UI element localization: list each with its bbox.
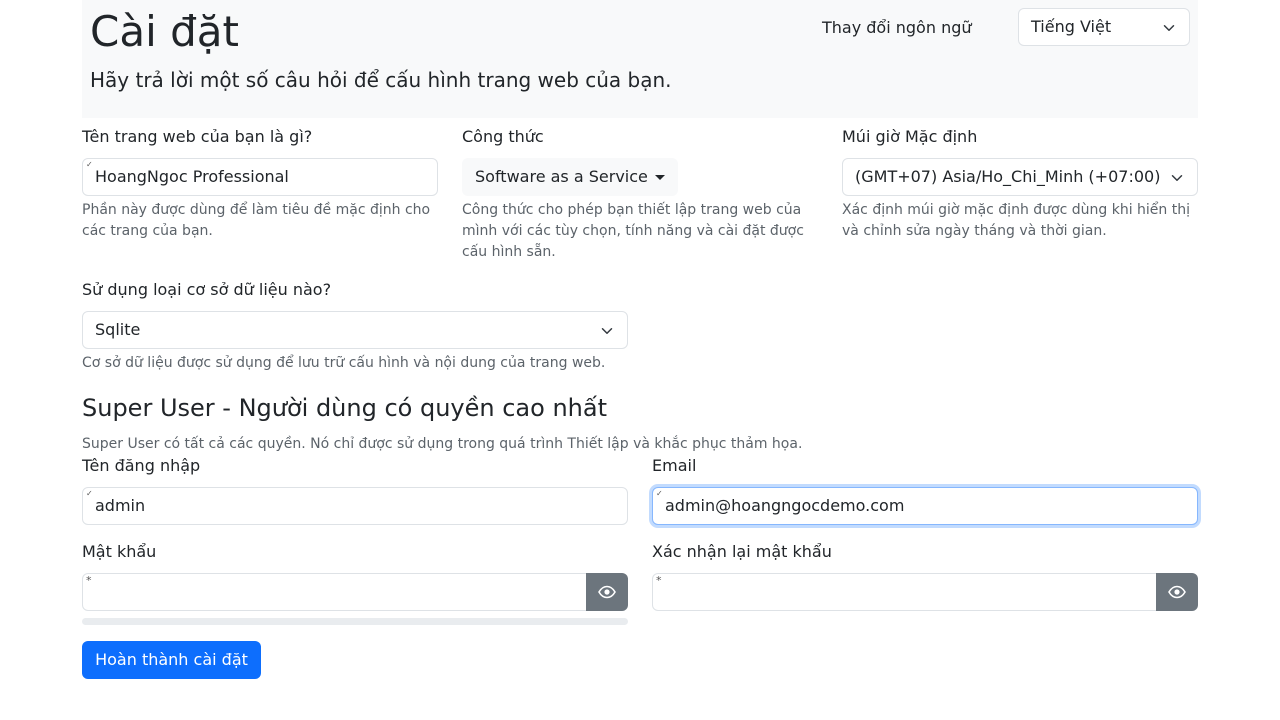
database-help: Cơ sở dữ liệu được sử dụng để lưu trữ cấ… xyxy=(82,355,606,371)
database-select[interactable]: Sqlite xyxy=(82,311,628,349)
language-label: Thay đổi ngôn ngữ xyxy=(822,18,972,37)
password-strength-bar xyxy=(82,618,628,625)
site-name-label: Tên trang web của bạn là gì? xyxy=(82,127,313,146)
show-password-button[interactable] xyxy=(586,573,628,611)
chevron-down-icon xyxy=(601,328,613,334)
username-label: Tên đăng nhập xyxy=(82,456,201,475)
page-subtitle: Hãy trả lời một số câu hỏi để cấu hình t… xyxy=(90,68,672,92)
site-name-value: HoangNgoc Professional xyxy=(95,167,289,186)
show-confirm-password-button[interactable] xyxy=(1156,573,1198,611)
timezone-label: Múi giờ Mặc định xyxy=(842,127,978,146)
autofill-icon: * xyxy=(86,574,92,587)
caret-down-icon xyxy=(655,175,665,180)
database-value: Sqlite xyxy=(95,320,141,339)
language-select[interactable]: Tiếng Việt xyxy=(1018,8,1190,46)
site-name-input[interactable]: ✓ HoangNgoc Professional xyxy=(82,158,438,196)
timezone-value: (GMT+07) Asia/Ho_Chi_Minh (+07:00) xyxy=(855,167,1161,186)
autofill-icon: * xyxy=(656,574,662,587)
language-value: Tiếng Việt xyxy=(1031,17,1112,36)
eye-icon xyxy=(1168,585,1186,599)
super-user-description: Super User có tất cả các quyền. Nó chỉ đ… xyxy=(82,436,803,452)
super-user-title: Super User - Người dùng có quyền cao nhấ… xyxy=(82,394,607,422)
chevron-down-icon xyxy=(1163,25,1175,31)
confirm-password-input[interactable]: * xyxy=(652,573,1157,611)
autofill-icon: ✓ xyxy=(656,489,663,498)
database-label: Sử dụng loại cơ sở dữ liệu nào? xyxy=(82,280,332,299)
password-label: Mật khẩu xyxy=(82,542,157,561)
recipe-help: Công thức cho phép bạn thiết lập trang w… xyxy=(462,202,804,260)
page-header: Cài đặt Hãy trả lời một số câu hỏi để cấ… xyxy=(82,0,1198,118)
finish-setup-button[interactable]: Hoàn thành cài đặt xyxy=(82,641,261,679)
autofill-icon: ✓ xyxy=(86,489,93,498)
timezone-help: Xác định múi giờ mặc định được dùng khi … xyxy=(842,202,1190,239)
email-label: Email xyxy=(652,456,697,475)
recipe-dropdown[interactable]: Software as a Service xyxy=(462,158,678,196)
page-title: Cài đặt xyxy=(90,7,239,56)
username-value: admin xyxy=(95,496,146,515)
recipe-label: Công thức xyxy=(462,127,544,146)
email-value: admin@hoangngocdemo.com xyxy=(665,496,905,515)
eye-icon xyxy=(598,585,616,599)
chevron-down-icon xyxy=(1171,175,1183,181)
timezone-select[interactable]: (GMT+07) Asia/Ho_Chi_Minh (+07:00) xyxy=(842,158,1198,196)
autofill-icon: ✓ xyxy=(86,160,93,169)
recipe-value: Software as a Service xyxy=(475,167,648,186)
password-input[interactable]: * xyxy=(82,573,587,611)
username-input[interactable]: ✓ admin xyxy=(82,487,628,525)
email-input[interactable]: ✓ admin@hoangngocdemo.com xyxy=(652,487,1198,525)
confirm-password-label: Xác nhận lại mật khẩu xyxy=(652,542,832,561)
site-name-help: Phần này được dùng để làm tiêu đề mặc đị… xyxy=(82,202,431,239)
